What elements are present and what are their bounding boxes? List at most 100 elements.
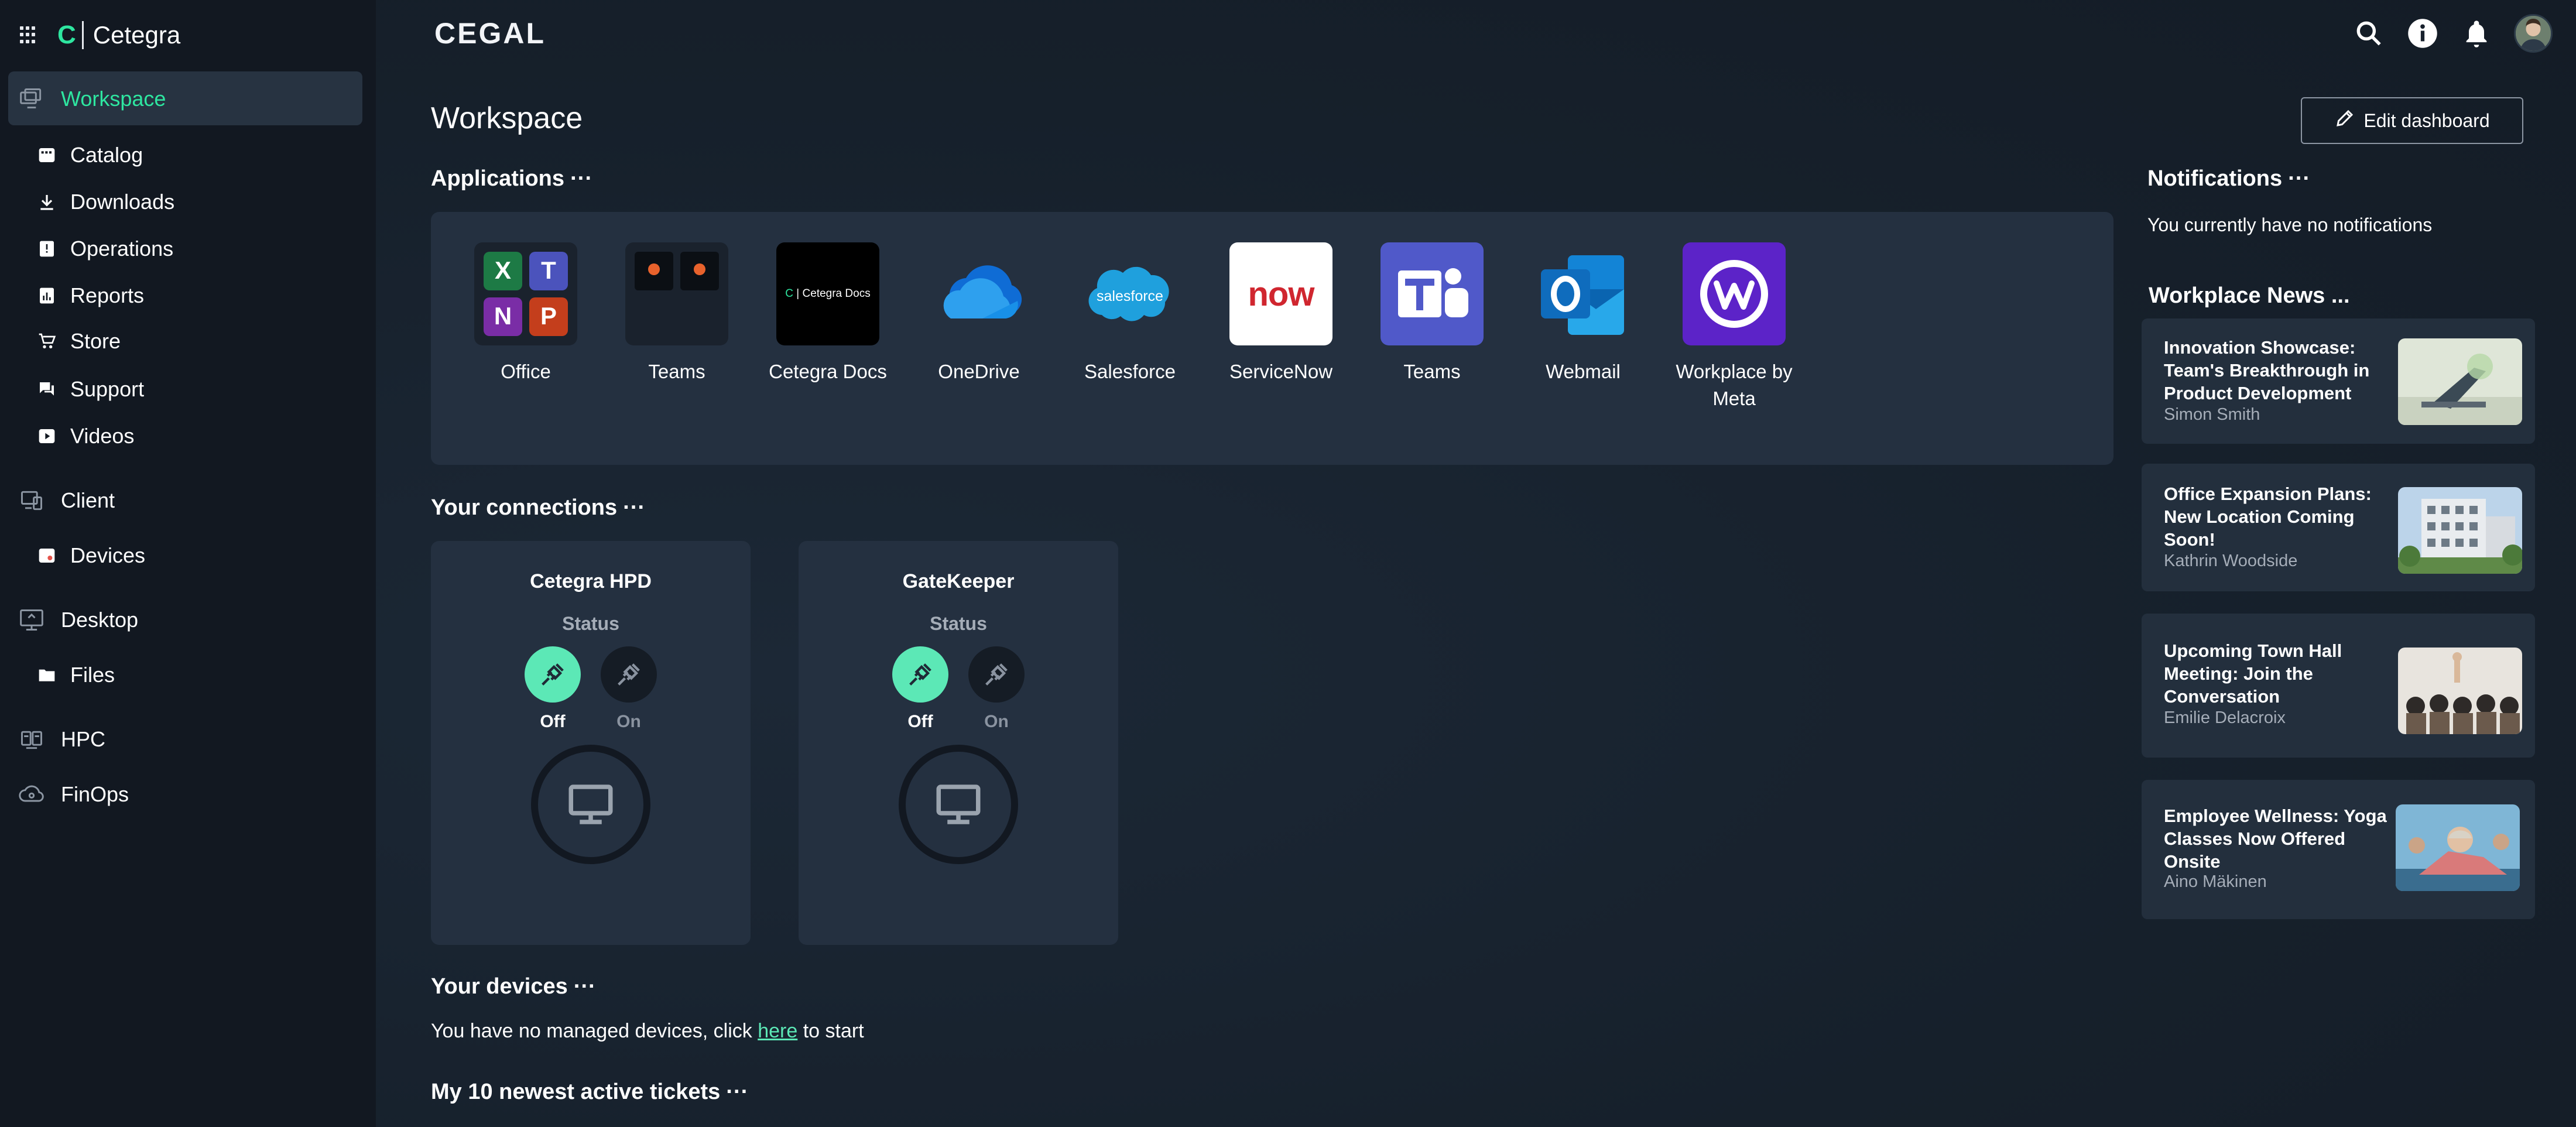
monitor-icon[interactable] (899, 745, 1018, 864)
applications-more-icon[interactable]: ··· (570, 166, 592, 191)
user-avatar[interactable] (2514, 14, 2553, 53)
app-onedrive[interactable]: OneDrive (909, 242, 1049, 385)
sidebar-item-reports[interactable]: Reports (36, 275, 144, 316)
news-author: Kathrin Woodside (2164, 551, 2298, 570)
monitor-icon[interactable] (531, 745, 650, 864)
sidebar: C Cetegra Workspace Catalog Downloads Op… (0, 0, 376, 1127)
sidebar-item-devices[interactable]: Devices (36, 535, 145, 576)
connection-status-label: Status (930, 613, 987, 634)
info-icon[interactable] (2406, 17, 2439, 50)
sidebar-item-support[interactable]: Support (36, 369, 144, 410)
pencil-icon (2334, 108, 2355, 133)
workplace-news-title[interactable]: Workplace News ... (2149, 283, 2350, 309)
devices-start-link[interactable]: here (758, 1020, 797, 1042)
microsoft-teams-icon (1381, 242, 1484, 345)
connect-off-button[interactable] (892, 646, 948, 703)
applications-title: Applications ··· (431, 166, 592, 191)
connections-more-icon[interactable]: ··· (623, 495, 645, 520)
notifications-title: Notifications ··· (2147, 166, 2310, 191)
devices-text-after: to start (803, 1020, 864, 1042)
servicenow-tile-text: now (1248, 275, 1315, 313)
onedrive-icon (927, 242, 1030, 345)
on-label: On (616, 712, 641, 731)
cetegra-docs-icon: C | Cetegra Docs (776, 242, 879, 345)
news-title: Office Expansion Plans: New Location Com… (2164, 484, 2372, 550)
search-icon[interactable] (2352, 17, 2385, 50)
app-office[interactable]: X T N P Office (455, 242, 596, 385)
connection-name: Cetegra HPD (530, 570, 652, 592)
client-icon (19, 488, 44, 513)
news-card[interactable]: Employee Wellness: Yoga Classes Now Offe… (2142, 780, 2535, 919)
video-icon (36, 426, 57, 447)
news-card[interactable]: Office Expansion Plans: New Location Com… (2142, 464, 2535, 591)
connect-on-button[interactable] (968, 646, 1025, 703)
off-label: Off (907, 712, 933, 731)
brand[interactable]: C Cetegra (20, 18, 180, 53)
sidebar-item-label: Downloads (70, 190, 175, 214)
connection-card: GateKeeper Status Off On (799, 541, 1118, 945)
sidebar-item-label: Desktop (61, 608, 139, 632)
connection-name: GateKeeper (902, 570, 1015, 592)
app-launcher-icon[interactable] (20, 26, 37, 44)
brand-logo-letter: C (57, 20, 76, 49)
tickets-title: My 10 newest active tickets ··· (431, 1080, 748, 1105)
applications-title-text: Applications (431, 166, 565, 191)
svg-text:N: N (494, 302, 512, 330)
sidebar-item-store[interactable]: Store (36, 321, 121, 362)
folder-icon (36, 664, 57, 686)
cetegra-docs-tile-text: Cetegra Docs (802, 287, 871, 300)
news-card[interactable]: Upcoming Town Hall Meeting: Join the Con… (2142, 614, 2535, 758)
sidebar-item-label: HPC (61, 727, 106, 751)
sidebar-item-catalog[interactable]: Catalog (36, 135, 143, 176)
app-teams-2[interactable]: Teams (1362, 242, 1502, 385)
app-label: OneDrive (938, 361, 1020, 382)
sidebar-item-label: Catalog (70, 143, 143, 167)
news-card[interactable]: Innovation Showcase: Team's Breakthrough… (2142, 318, 2535, 444)
news-author: Emilie Delacroix (2164, 708, 2286, 727)
app-label: ServiceNow (1229, 361, 1333, 382)
off-label: Off (540, 712, 566, 731)
connection-card: Cetegra HPD Status Off On (431, 541, 751, 945)
app-label: Salesforce (1084, 361, 1176, 382)
news-author: Simon Smith (2164, 405, 2260, 424)
bell-icon[interactable] (2460, 17, 2493, 50)
app-salesforce[interactable]: salesforce Salesforce (1060, 242, 1200, 385)
edit-dashboard-button[interactable]: Edit dashboard (2301, 97, 2523, 144)
page-title: Workspace (431, 101, 583, 135)
workplace-icon (1683, 242, 1786, 345)
app-cetegra-docs[interactable]: C | Cetegra Docs Cetegra Docs (758, 242, 898, 385)
sidebar-item-downloads[interactable]: Downloads (36, 181, 174, 222)
sidebar-item-hpc[interactable]: HPC (19, 719, 105, 760)
news-author: Aino Mäkinen (2164, 872, 2267, 891)
connect-off-button[interactable] (525, 646, 581, 703)
news-image (2398, 648, 2522, 734)
app-label: Teams (648, 361, 705, 382)
news-title: Innovation Showcase: Team's Breakthrough… (2164, 337, 2370, 403)
sidebar-item-label: Operations (70, 237, 174, 261)
news-image (2398, 487, 2522, 574)
sidebar-item-client[interactable]: Client (19, 480, 115, 521)
devices-icon (36, 545, 57, 566)
sidebar-item-files[interactable]: Files (36, 655, 115, 696)
devices-text-before: You have no managed devices, click (431, 1020, 752, 1042)
sidebar-item-label: Workspace (61, 87, 166, 111)
connect-on-button[interactable] (601, 646, 657, 703)
app-webmail[interactable]: Webmail (1513, 242, 1653, 385)
tickets-more-icon[interactable]: ··· (726, 1080, 748, 1104)
app-servicenow[interactable]: now ServiceNow (1211, 242, 1351, 385)
sidebar-item-operations[interactable]: Operations (36, 228, 173, 269)
sidebar-item-workspace[interactable]: Workspace (19, 78, 166, 119)
tickets-title-text: My 10 newest active tickets (431, 1080, 721, 1104)
sidebar-item-finops[interactable]: FinOps (19, 774, 129, 815)
app-teams-1[interactable]: Teams (607, 242, 747, 385)
notifications-more-icon[interactable]: ··· (2288, 166, 2310, 191)
sidebar-item-label: Support (70, 377, 145, 401)
sidebar-item-desktop[interactable]: Desktop (19, 600, 138, 640)
catalog-icon (36, 145, 57, 166)
app-label: Webmail (1546, 361, 1621, 382)
sidebar-item-videos[interactable]: Videos (36, 416, 134, 457)
operations-icon (36, 238, 57, 259)
office-icon: X T N P (474, 242, 577, 345)
app-workplace-by-meta[interactable]: Workplace by Meta (1664, 242, 1804, 412)
devices-more-icon[interactable]: ··· (574, 974, 596, 999)
